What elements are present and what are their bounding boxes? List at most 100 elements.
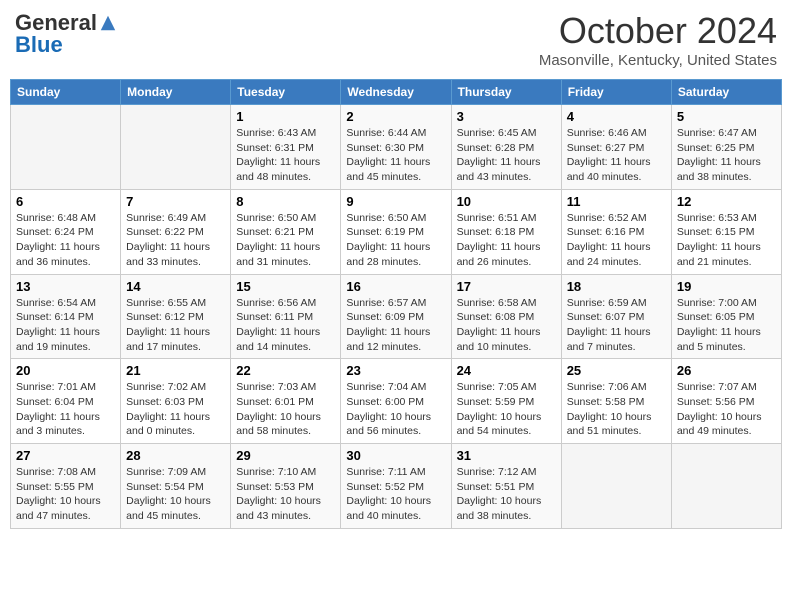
calendar-cell: 23 Sunrise: 7:04 AMSunset: 6:00 PMDayligh… bbox=[341, 359, 451, 444]
day-info: Sunrise: 7:11 AMSunset: 5:52 PMDaylight:… bbox=[346, 465, 445, 524]
weekday-header: Friday bbox=[561, 80, 671, 105]
month-title: October 2024 bbox=[539, 10, 777, 52]
day-info: Sunrise: 6:50 AMSunset: 6:19 PMDaylight:… bbox=[346, 211, 445, 270]
day-info: Sunrise: 7:05 AMSunset: 5:59 PMDaylight:… bbox=[457, 380, 556, 439]
weekday-header: Wednesday bbox=[341, 80, 451, 105]
day-number: 21 bbox=[126, 363, 225, 378]
day-info: Sunrise: 6:45 AMSunset: 6:28 PMDaylight:… bbox=[457, 126, 556, 185]
calendar-week-row: 6 Sunrise: 6:48 AMSunset: 6:24 PMDaylight… bbox=[11, 189, 782, 274]
day-info: Sunrise: 6:50 AMSunset: 6:21 PMDaylight:… bbox=[236, 211, 335, 270]
calendar-cell: 11 Sunrise: 6:52 AMSunset: 6:16 PMDayligh… bbox=[561, 189, 671, 274]
day-info: Sunrise: 7:04 AMSunset: 6:00 PMDaylight:… bbox=[346, 380, 445, 439]
calendar-cell: 4 Sunrise: 6:46 AMSunset: 6:27 PMDaylight… bbox=[561, 105, 671, 190]
calendar-header: SundayMondayTuesdayWednesdayThursdayFrid… bbox=[11, 80, 782, 105]
day-number: 18 bbox=[567, 279, 666, 294]
calendar-cell: 16Sunrise: 6:57 AMSunset: 6:09 PMDayligh… bbox=[341, 274, 451, 359]
calendar-cell bbox=[11, 105, 121, 190]
day-number: 13 bbox=[16, 279, 115, 294]
day-number: 15 bbox=[236, 279, 335, 294]
calendar-cell: 3Sunrise: 6:45 AMSunset: 6:28 PMDaylight… bbox=[451, 105, 561, 190]
day-info: Sunrise: 7:02 AMSunset: 6:03 PMDaylight:… bbox=[126, 380, 225, 439]
day-info: Sunrise: 6:44 AMSunset: 6:30 PMDaylight:… bbox=[346, 126, 445, 185]
day-number: 29 bbox=[236, 448, 335, 463]
calendar-cell: 15Sunrise: 6:56 AMSunset: 6:11 PMDayligh… bbox=[231, 274, 341, 359]
calendar-cell: 1 Sunrise: 6:43 AMSunset: 6:31 PMDaylight… bbox=[231, 105, 341, 190]
calendar-cell: 30 Sunrise: 7:11 AMSunset: 5:52 PMDayligh… bbox=[341, 444, 451, 529]
day-number: 6 bbox=[16, 194, 115, 209]
day-number: 24 bbox=[457, 363, 556, 378]
day-info: Sunrise: 7:09 AMSunset: 5:54 PMDaylight:… bbox=[126, 465, 225, 524]
calendar-table: SundayMondayTuesdayWednesdayThursdayFrid… bbox=[10, 79, 782, 529]
day-info: Sunrise: 6:58 AMSunset: 6:08 PMDaylight:… bbox=[457, 296, 556, 355]
day-number: 17 bbox=[457, 279, 556, 294]
day-number: 31 bbox=[457, 448, 556, 463]
day-info: Sunrise: 6:51 AMSunset: 6:18 PMDaylight:… bbox=[457, 211, 556, 270]
day-number: 16 bbox=[346, 279, 445, 294]
day-number: 1 bbox=[236, 109, 335, 124]
calendar-cell bbox=[671, 444, 781, 529]
weekday-header: Tuesday bbox=[231, 80, 341, 105]
day-number: 22 bbox=[236, 363, 335, 378]
day-number: 30 bbox=[346, 448, 445, 463]
calendar-week-row: 27 Sunrise: 7:08 AMSunset: 5:55 PMDayligh… bbox=[11, 444, 782, 529]
day-info: Sunrise: 6:48 AMSunset: 6:24 PMDaylight:… bbox=[16, 211, 115, 270]
calendar-cell: 6 Sunrise: 6:48 AMSunset: 6:24 PMDaylight… bbox=[11, 189, 121, 274]
logo-blue: Blue bbox=[15, 32, 63, 58]
calendar-cell: 9 Sunrise: 6:50 AMSunset: 6:19 PMDaylight… bbox=[341, 189, 451, 274]
calendar-cell: 28 Sunrise: 7:09 AMSunset: 5:54 PMDayligh… bbox=[121, 444, 231, 529]
day-info: Sunrise: 6:46 AMSunset: 6:27 PMDaylight:… bbox=[567, 126, 666, 185]
calendar-cell: 2 Sunrise: 6:44 AMSunset: 6:30 PMDaylight… bbox=[341, 105, 451, 190]
day-number: 5 bbox=[677, 109, 776, 124]
day-number: 4 bbox=[567, 109, 666, 124]
day-number: 27 bbox=[16, 448, 115, 463]
calendar-cell bbox=[561, 444, 671, 529]
day-number: 2 bbox=[346, 109, 445, 124]
calendar-cell: 24 Sunrise: 7:05 AMSunset: 5:59 PMDayligh… bbox=[451, 359, 561, 444]
calendar-cell: 19Sunrise: 7:00 AMSunset: 6:05 PMDayligh… bbox=[671, 274, 781, 359]
day-number: 25 bbox=[567, 363, 666, 378]
day-number: 14 bbox=[126, 279, 225, 294]
day-info: Sunrise: 7:08 AMSunset: 5:55 PMDaylight:… bbox=[16, 465, 115, 524]
day-number: 9 bbox=[346, 194, 445, 209]
day-number: 28 bbox=[126, 448, 225, 463]
title-block: October 2024 Masonville, Kentucky, Unite… bbox=[539, 10, 777, 69]
day-number: 23 bbox=[346, 363, 445, 378]
calendar-cell: 8 Sunrise: 6:50 AMSunset: 6:21 PMDaylight… bbox=[231, 189, 341, 274]
logo-icon bbox=[99, 14, 117, 32]
day-info: Sunrise: 6:54 AMSunset: 6:14 PMDaylight:… bbox=[16, 296, 115, 355]
day-info: Sunrise: 7:03 AMSunset: 6:01 PMDaylight:… bbox=[236, 380, 335, 439]
weekday-header: Monday bbox=[121, 80, 231, 105]
day-info: Sunrise: 7:01 AMSunset: 6:04 PMDaylight:… bbox=[16, 380, 115, 439]
calendar-cell: 17 Sunrise: 6:58 AMSunset: 6:08 PMDayligh… bbox=[451, 274, 561, 359]
calendar-cell: 22 Sunrise: 7:03 AMSunset: 6:01 PMDayligh… bbox=[231, 359, 341, 444]
day-info: Sunrise: 6:59 AMSunset: 6:07 PMDaylight:… bbox=[567, 296, 666, 355]
day-number: 7 bbox=[126, 194, 225, 209]
calendar-cell: 26Sunrise: 7:07 AMSunset: 5:56 PMDayligh… bbox=[671, 359, 781, 444]
calendar-cell: 14Sunrise: 6:55 AMSunset: 6:12 PMDayligh… bbox=[121, 274, 231, 359]
calendar-cell: 5Sunrise: 6:47 AMSunset: 6:25 PMDaylight… bbox=[671, 105, 781, 190]
day-number: 19 bbox=[677, 279, 776, 294]
calendar-week-row: 13 Sunrise: 6:54 AMSunset: 6:14 PMDayligh… bbox=[11, 274, 782, 359]
weekday-header: Thursday bbox=[451, 80, 561, 105]
day-info: Sunrise: 6:49 AMSunset: 6:22 PMDaylight:… bbox=[126, 211, 225, 270]
day-number: 26 bbox=[677, 363, 776, 378]
calendar-cell: 29 Sunrise: 7:10 AMSunset: 5:53 PMDayligh… bbox=[231, 444, 341, 529]
day-info: Sunrise: 6:53 AMSunset: 6:15 PMDaylight:… bbox=[677, 211, 776, 270]
calendar-week-row: 1 Sunrise: 6:43 AMSunset: 6:31 PMDaylight… bbox=[11, 105, 782, 190]
day-info: Sunrise: 6:52 AMSunset: 6:16 PMDaylight:… bbox=[567, 211, 666, 270]
day-info: Sunrise: 7:10 AMSunset: 5:53 PMDaylight:… bbox=[236, 465, 335, 524]
day-info: Sunrise: 6:43 AMSunset: 6:31 PMDaylight:… bbox=[236, 126, 335, 185]
calendar-cell: 7 Sunrise: 6:49 AMSunset: 6:22 PMDaylight… bbox=[121, 189, 231, 274]
location: Masonville, Kentucky, United States bbox=[539, 52, 777, 69]
day-number: 8 bbox=[236, 194, 335, 209]
day-info: Sunrise: 7:06 AMSunset: 5:58 PMDaylight:… bbox=[567, 380, 666, 439]
calendar-cell: 20Sunrise: 7:01 AMSunset: 6:04 PMDayligh… bbox=[11, 359, 121, 444]
logo: General Blue bbox=[15, 10, 117, 58]
calendar-cell: 12 Sunrise: 6:53 AMSunset: 6:15 PMDayligh… bbox=[671, 189, 781, 274]
day-info: Sunrise: 7:12 AMSunset: 5:51 PMDaylight:… bbox=[457, 465, 556, 524]
calendar-cell: 18 Sunrise: 6:59 AMSunset: 6:07 PMDayligh… bbox=[561, 274, 671, 359]
calendar-cell bbox=[121, 105, 231, 190]
day-number: 12 bbox=[677, 194, 776, 209]
calendar-cell: 31 Sunrise: 7:12 AMSunset: 5:51 PMDayligh… bbox=[451, 444, 561, 529]
day-number: 11 bbox=[567, 194, 666, 209]
